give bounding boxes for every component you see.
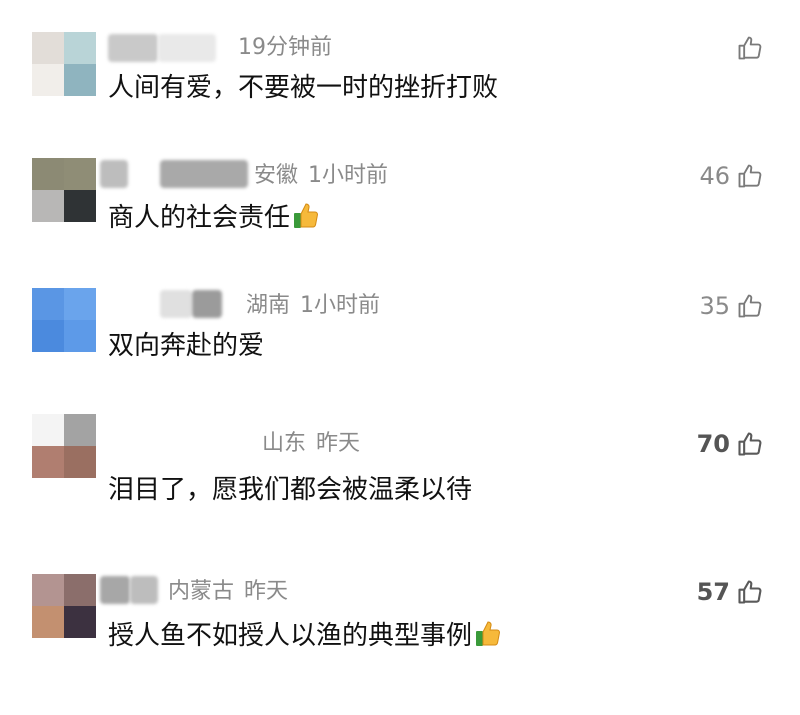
comment-location: 安徽	[254, 163, 299, 188]
comment-text: 商人的社会责任	[108, 200, 320, 236]
avatar-tile	[32, 190, 64, 222]
comment-time: 19分钟前	[238, 35, 332, 60]
comment-text-content: 授人鱼不如授人以渔的典型事例	[108, 621, 473, 651]
avatar-tile	[32, 158, 64, 190]
username-redacted[interactable]	[130, 576, 158, 604]
thumbs-up-emoji-icon	[294, 203, 318, 228]
avatar[interactable]	[32, 288, 96, 352]
comment-text-content: 泪目了，愿我们都会被温柔以待	[108, 475, 473, 505]
comment-meta: 湖南 1小时前	[246, 292, 380, 320]
thumbs-up-outline-icon	[738, 432, 762, 456]
avatar-tile	[64, 190, 96, 222]
avatar-tile	[64, 158, 96, 190]
thumbs-up-emoji-icon	[476, 621, 500, 646]
username-redacted[interactable]	[160, 290, 192, 318]
username-redacted[interactable]	[100, 576, 130, 604]
comment-location: 湖南	[246, 293, 291, 318]
comment-text: 授人鱼不如授人以渔的典型事例	[108, 618, 502, 654]
like-button[interactable]: 35	[699, 290, 764, 322]
like-count: 70	[696, 430, 730, 458]
avatar-tile	[32, 288, 64, 320]
like-count: 35	[699, 292, 730, 320]
like-button[interactable]: 46	[699, 160, 764, 192]
comment-meta: 19分钟前	[228, 34, 332, 62]
username-redacted[interactable]	[160, 160, 248, 188]
avatar-tile	[32, 320, 64, 352]
avatar-tile	[32, 574, 64, 606]
thumbs-up-outline-icon	[738, 580, 762, 604]
like-button[interactable]: 57	[697, 576, 764, 608]
avatar-tile	[64, 414, 96, 446]
like-button[interactable]	[730, 32, 764, 64]
avatar-tile	[32, 606, 64, 638]
username-redacted[interactable]	[100, 160, 128, 188]
thumbs-up-outline-icon	[738, 294, 762, 318]
avatar-tile	[64, 446, 96, 478]
avatar-tile	[64, 64, 96, 96]
comment-location: 山东	[262, 431, 307, 456]
username-redacted[interactable]	[192, 290, 222, 318]
comment-meta: 内蒙古 昨天	[168, 578, 288, 606]
avatar-tile	[64, 288, 96, 320]
comment-time: 1小时前	[308, 163, 389, 188]
avatar[interactable]	[32, 32, 96, 96]
avatar[interactable]	[32, 574, 96, 638]
comment-text: 双向奔赴的爱	[108, 328, 264, 364]
comment-time: 昨天	[316, 431, 361, 456]
comment-text-content: 人间有爱，不要被一时的挫折打败	[108, 73, 499, 103]
avatar-tile	[32, 32, 64, 64]
comment-location: 内蒙古	[168, 579, 235, 604]
like-button[interactable]: 70	[697, 428, 764, 460]
like-count: 57	[696, 578, 730, 606]
comment-text: 人间有爱，不要被一时的挫折打败	[108, 70, 498, 106]
avatar-tile	[32, 446, 64, 478]
avatar-tile	[64, 320, 96, 352]
username-redacted[interactable]	[108, 34, 158, 62]
comment-text-content: 商人的社会责任	[108, 203, 291, 233]
avatar[interactable]	[32, 414, 96, 478]
avatar-tile	[64, 32, 96, 64]
avatar-tile	[32, 64, 64, 96]
username-redacted[interactable]	[158, 34, 216, 62]
comment-text-content: 双向奔赴的爱	[108, 331, 265, 361]
thumbs-up-outline-icon	[738, 164, 762, 188]
comment-meta: 山东 昨天	[262, 430, 360, 458]
comment-text: 泪目了，愿我们都会被温柔以待	[108, 472, 472, 508]
avatar-tile	[64, 606, 96, 638]
comment-time: 昨天	[244, 579, 289, 604]
like-count: 46	[699, 162, 730, 190]
avatar-tile	[64, 574, 96, 606]
avatar-tile	[32, 414, 64, 446]
comment-meta: 安徽 1小时前	[254, 162, 388, 190]
comment-time: 1小时前	[300, 293, 381, 318]
avatar[interactable]	[32, 158, 96, 222]
thumbs-up-outline-icon	[738, 36, 762, 60]
